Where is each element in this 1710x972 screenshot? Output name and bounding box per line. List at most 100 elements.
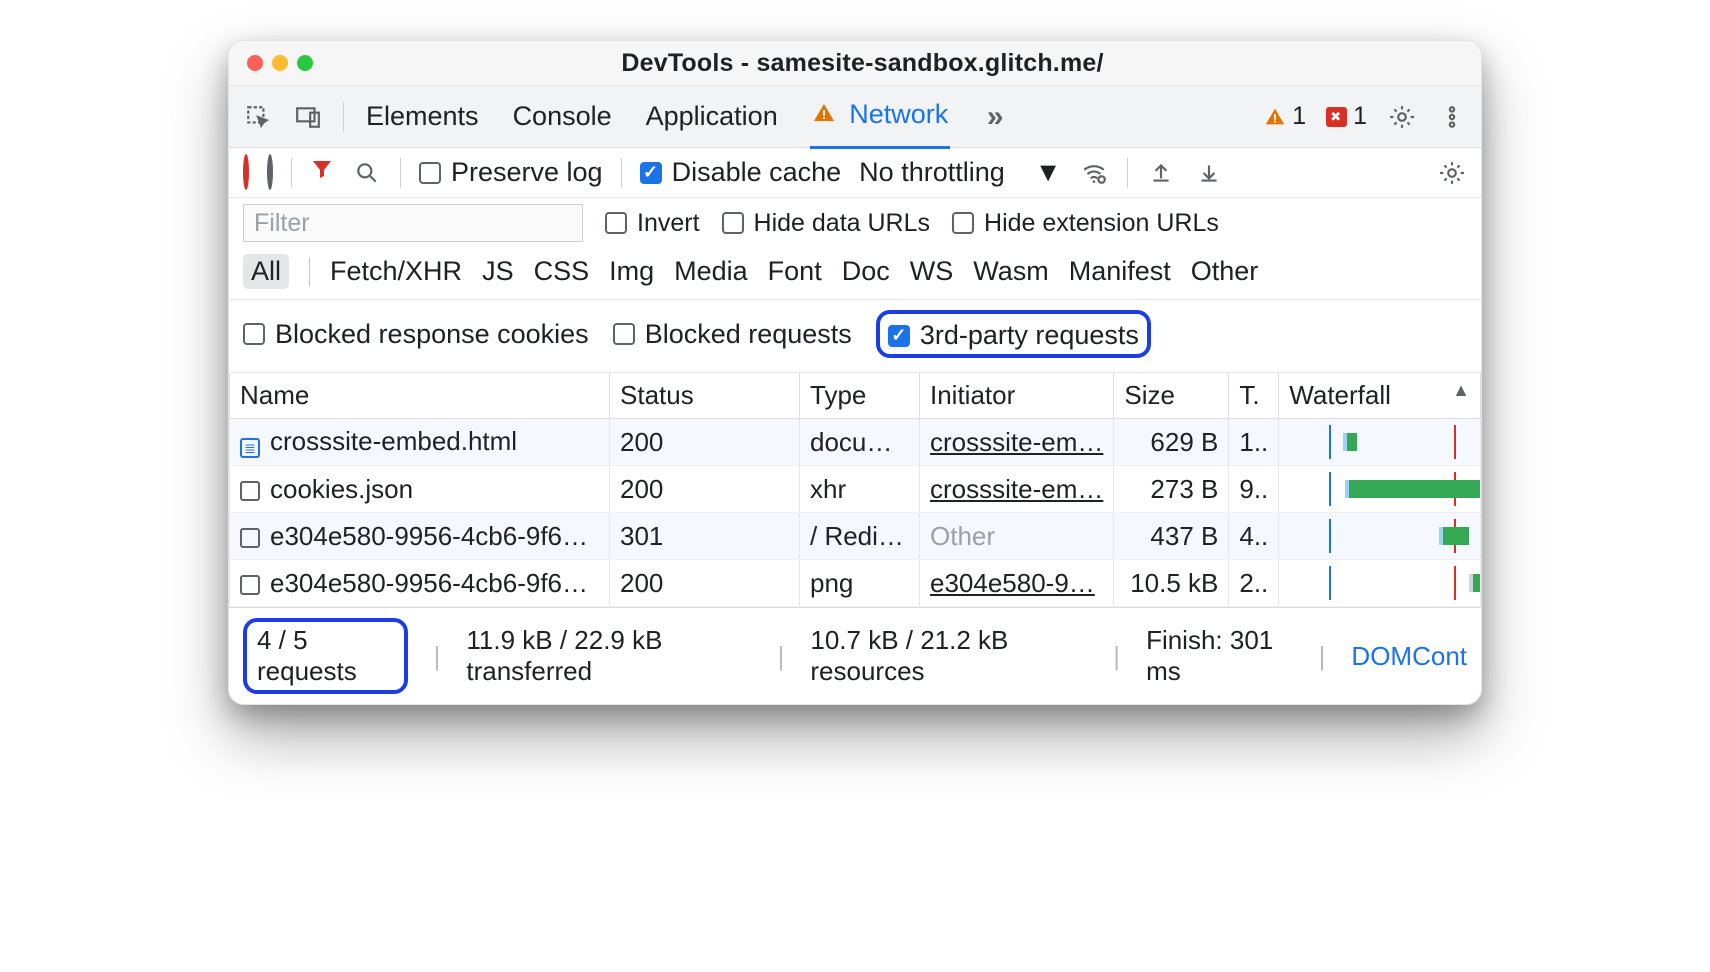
checkbox-icon — [613, 323, 635, 345]
issues-error-count[interactable]: 1 — [1326, 102, 1367, 131]
chip-all[interactable]: All — [243, 254, 289, 289]
record-icon — [243, 154, 249, 190]
cell-type: docu… — [800, 419, 920, 466]
initiator-link[interactable]: e304e580-9… — [930, 568, 1095, 598]
tab-elements[interactable]: Elements — [364, 87, 481, 146]
third-party-checkbox[interactable]: 3rd-party requests — [888, 320, 1139, 351]
blocked-cookies-checkbox[interactable]: Blocked response cookies — [243, 319, 589, 350]
record-button[interactable] — [243, 157, 249, 188]
table-row[interactable]: e304e580-9956-4cb6-9f6… 200 png e304e580… — [230, 560, 1481, 607]
col-size[interactable]: Size — [1114, 373, 1229, 419]
cell-name: cookies.json — [230, 466, 610, 513]
table-row[interactable]: crosssite-embed.html 200 docu… crosssite… — [230, 419, 1481, 466]
status-bar: 4 / 5 requests | 11.9 kB / 22.9 kB trans… — [229, 607, 1481, 704]
cell-type: / Redi… — [800, 513, 920, 560]
chip-other[interactable]: Other — [1191, 256, 1259, 287]
cell-status: 200 — [610, 466, 800, 513]
col-status[interactable]: Status — [610, 373, 800, 419]
third-party-label: 3rd-party requests — [920, 320, 1139, 351]
hide-data-urls-label: Hide data URLs — [754, 209, 930, 238]
clear-icon — [267, 154, 273, 190]
initiator-link[interactable]: crosssite-em… — [930, 427, 1103, 457]
cell-name: e304e580-9956-4cb6-9f6… — [230, 513, 610, 560]
requests-count-highlight: 4 / 5 requests — [243, 618, 408, 694]
disable-cache-checkbox[interactable]: Disable cache — [640, 157, 842, 188]
minimize-icon[interactable] — [272, 55, 288, 71]
separator — [621, 158, 622, 188]
upload-har-icon[interactable] — [1146, 158, 1176, 188]
chip-manifest[interactable]: Manifest — [1069, 256, 1171, 287]
device-toolbar-icon[interactable] — [293, 102, 323, 132]
kebab-menu-icon[interactable] — [1437, 102, 1467, 132]
resource-type-filters: All Fetch/XHR JS CSS Img Media Font Doc … — [229, 248, 1481, 300]
filter-input[interactable]: Filter — [243, 204, 583, 242]
tab-application[interactable]: Application — [644, 87, 780, 146]
cell-type: png — [800, 560, 920, 607]
warning-count: 1 — [1292, 102, 1306, 131]
chip-css[interactable]: CSS — [534, 256, 590, 287]
preserve-log-checkbox[interactable]: Preserve log — [419, 157, 603, 188]
cell-status: 301 — [610, 513, 800, 560]
checkbox-icon — [243, 323, 265, 345]
network-conditions-icon[interactable] — [1079, 158, 1109, 188]
resources: 10.7 kB / 21.2 kB resources — [810, 625, 1087, 687]
hide-data-urls-checkbox[interactable]: Hide data URLs — [722, 209, 930, 238]
requests-count: 4 / 5 requests — [257, 625, 357, 686]
inspect-element-icon[interactable] — [243, 102, 273, 132]
chip-media[interactable]: Media — [674, 256, 748, 287]
third-party-highlight: 3rd-party requests — [876, 310, 1151, 358]
close-icon[interactable] — [247, 55, 263, 71]
chip-js[interactable]: JS — [482, 256, 514, 287]
panel-settings-icon[interactable] — [1437, 158, 1467, 188]
chip-wasm[interactable]: Wasm — [973, 256, 1049, 287]
blocked-requests-checkbox[interactable]: Blocked requests — [613, 319, 852, 350]
settings-icon[interactable] — [1387, 102, 1417, 132]
chip-fetchxhr[interactable]: Fetch/XHR — [330, 256, 462, 287]
tab-network[interactable]: Network — [810, 85, 951, 149]
issues-warning-count[interactable]: 1 — [1264, 102, 1306, 131]
hide-extension-urls-checkbox[interactable]: Hide extension URLs — [952, 209, 1219, 238]
col-time[interactable]: T. — [1229, 373, 1279, 419]
cell-name: crosssite-embed.html — [230, 419, 610, 466]
separator — [1127, 158, 1128, 188]
col-type[interactable]: Type — [800, 373, 920, 419]
titlebar: DevTools - samesite-sandbox.glitch.me/ — [229, 41, 1481, 86]
invert-label: Invert — [637, 209, 700, 238]
chip-img[interactable]: Img — [609, 256, 654, 287]
cell-time: 4.. — [1229, 513, 1279, 560]
tab-console[interactable]: Console — [511, 87, 614, 146]
cell-initiator: crosssite-em… — [920, 419, 1114, 466]
tab-network-label: Network — [849, 99, 948, 129]
cell-waterfall — [1279, 466, 1481, 513]
col-waterfall[interactable]: Waterfall — [1279, 373, 1481, 419]
chip-doc[interactable]: Doc — [842, 256, 890, 287]
search-icon[interactable] — [352, 158, 382, 188]
blocked-requests-label: Blocked requests — [645, 319, 852, 350]
checkbox-icon — [952, 212, 974, 234]
invert-checkbox[interactable]: Invert — [605, 209, 700, 238]
window-title: DevTools - samesite-sandbox.glitch.me/ — [322, 49, 1463, 78]
cell-waterfall — [1279, 513, 1481, 560]
initiator-link[interactable]: crosssite-em… — [930, 474, 1103, 504]
cell-status: 200 — [610, 560, 800, 607]
download-har-icon[interactable] — [1194, 158, 1224, 188]
chip-font[interactable]: Font — [768, 256, 822, 287]
file-icon — [240, 528, 260, 548]
more-tabs-icon[interactable]: » — [980, 102, 1010, 132]
table-row[interactable]: e304e580-9956-4cb6-9f6… 301 / Redi… Othe… — [230, 513, 1481, 560]
col-name[interactable]: Name — [230, 373, 610, 419]
filter-toggle-icon[interactable] — [310, 157, 334, 188]
col-initiator[interactable]: Initiator — [920, 373, 1114, 419]
checkbox-icon — [419, 162, 441, 184]
throttling-select[interactable]: No throttling ▼ — [859, 157, 1061, 188]
zoom-icon[interactable] — [297, 55, 313, 71]
cell-size: 437 B — [1114, 513, 1229, 560]
cell-type: xhr — [800, 466, 920, 513]
clear-button[interactable] — [267, 157, 273, 188]
cell-status: 200 — [610, 419, 800, 466]
table-row[interactable]: cookies.json 200 xhr crosssite-em… 273 B… — [230, 466, 1481, 513]
preserve-log-label: Preserve log — [451, 157, 603, 188]
file-icon — [240, 481, 260, 501]
chip-ws[interactable]: WS — [910, 256, 954, 287]
table-header-row: Name Status Type Initiator Size T. Water… — [230, 373, 1481, 419]
